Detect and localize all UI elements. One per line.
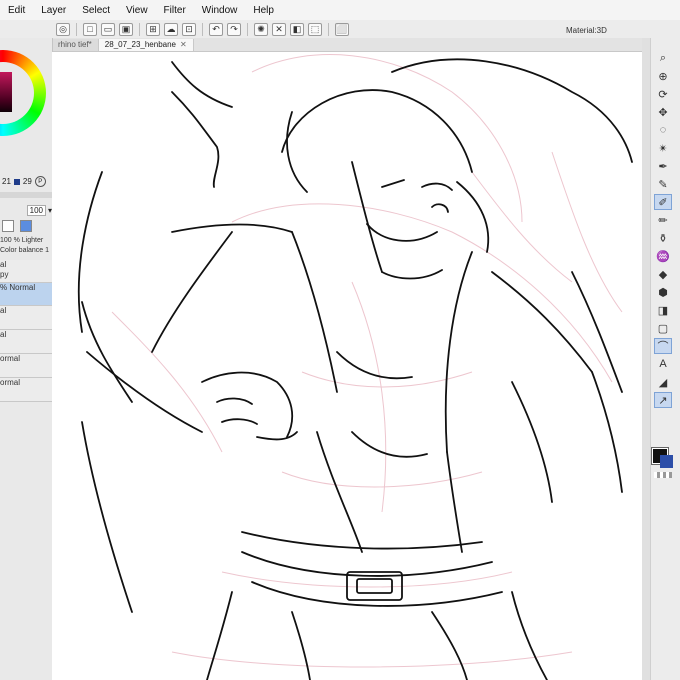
blend-mode-text: 100 % Lighter	[0, 237, 44, 244]
redo-icon[interactable]: ↷	[227, 22, 241, 36]
loading-icon[interactable]: ✺	[254, 22, 268, 36]
separator	[247, 22, 248, 36]
layer-row[interactable]: al	[0, 330, 52, 354]
layer-label: % Normal	[0, 283, 36, 292]
transform-icon[interactable]: ↗	[654, 392, 672, 408]
frame-icon[interactable]: ▢	[654, 320, 672, 336]
open-file-icon[interactable]: ▭	[101, 22, 115, 36]
separator	[139, 22, 140, 36]
menu-window[interactable]: Window	[194, 5, 246, 16]
share-icon[interactable]: ⊡	[182, 22, 196, 36]
fill-icon[interactable]: ⬢	[654, 284, 672, 300]
checkbox-icon[interactable]	[2, 220, 14, 232]
eraser-icon[interactable]: ◆	[654, 266, 672, 282]
pen-icon[interactable]: ✎	[654, 176, 672, 192]
layer-row-selected[interactable]: % Normal	[0, 283, 52, 306]
brush-icon[interactable]: ✐	[654, 194, 672, 210]
undo-icon[interactable]: ↶	[209, 22, 223, 36]
separator	[76, 22, 77, 36]
clear-icon[interactable]: ✕	[272, 22, 286, 36]
close-icon[interactable]: ✕	[180, 39, 187, 51]
layer-row[interactable]: ormal	[0, 378, 52, 402]
canvas-scrollbar[interactable]	[642, 38, 651, 680]
transparent-color-swatch[interactable]	[654, 472, 672, 478]
gradient-icon[interactable]: ◨	[654, 302, 672, 318]
layer-blend-info: 100 % Lighter Color balance 1	[0, 236, 52, 258]
move-icon[interactable]: ✥	[654, 104, 672, 120]
save-icon[interactable]: ▣	[119, 22, 133, 36]
menu-edit[interactable]: Edit	[0, 5, 33, 16]
color-value-a: 21	[2, 177, 11, 186]
drawing-canvas[interactable]	[52, 52, 642, 680]
blend-icon[interactable]: ♒	[654, 248, 672, 264]
deselect-icon[interactable]: ⬜	[335, 22, 349, 36]
fill-selection-icon[interactable]: ◧	[290, 22, 304, 36]
document-tabs: rhino tief* 28_07_23_henbane ✕	[52, 38, 642, 52]
zoom-icon[interactable]: ⊕	[654, 68, 672, 84]
pencil-icon[interactable]: ✏	[654, 212, 672, 228]
tab-rhino-tief[interactable]: rhino tief*	[52, 39, 99, 51]
opacity-row: 100 ▾	[0, 204, 52, 216]
layer-row[interactable]: al py	[0, 260, 52, 283]
ruler-icon[interactable]: ⌒	[654, 338, 672, 354]
tab-henbane[interactable]: 28_07_23_henbane ✕	[98, 39, 194, 51]
saturation-value-square[interactable]	[0, 72, 12, 112]
layer-label: al	[0, 260, 7, 269]
layer-label: ormal	[0, 378, 21, 387]
background-color-swatch[interactable]	[660, 455, 673, 468]
layer-list: al py % Normal al al ormal ormal	[0, 260, 52, 402]
layer-label: al	[0, 306, 7, 315]
material-label: Material:3D	[566, 26, 607, 35]
menu-filter[interactable]: Filter	[156, 5, 194, 16]
reset-icon[interactable]: P	[34, 176, 46, 187]
menu-bar: Edit Layer Select View Filter Window Hel…	[0, 0, 680, 21]
magic-wand-icon[interactable]: ✴	[654, 140, 672, 156]
airbrush-icon[interactable]: ⚱	[654, 230, 672, 246]
layer-row[interactable]: ormal	[0, 354, 52, 378]
layer-tool-row	[2, 220, 52, 232]
eyedropper-icon[interactable]: ✒	[654, 158, 672, 174]
new-file-icon[interactable]: □	[83, 22, 97, 36]
app-icon[interactable]: ◎	[56, 22, 70, 36]
correction-icon[interactable]: ◢	[654, 374, 672, 390]
menu-layer[interactable]: Layer	[33, 5, 74, 16]
cloud-icon[interactable]: ☁	[164, 22, 178, 36]
menu-select[interactable]: Select	[74, 5, 118, 16]
sub-color-swatch[interactable]	[13, 178, 20, 185]
layer-color-icon[interactable]	[20, 220, 32, 232]
tab-label: rhino tief*	[58, 40, 92, 49]
color-value-b: 29	[22, 177, 32, 186]
rotate-icon[interactable]: ⟳	[654, 86, 672, 102]
color-values: 21 29 P	[2, 176, 46, 187]
transform-icon[interactable]: ⬚	[308, 22, 322, 36]
menu-help[interactable]: Help	[245, 5, 282, 16]
tab-label: 28_07_23_henbane	[104, 40, 176, 49]
layer-label: al	[0, 330, 7, 339]
opacity-field[interactable]: 100	[26, 204, 46, 216]
lasso-icon[interactable]: ◌	[654, 122, 672, 138]
separator	[202, 22, 203, 36]
color-balance-text: Color balance 1	[0, 247, 50, 254]
search-icon[interactable]: ⌕	[654, 50, 672, 66]
menu-view[interactable]: View	[118, 5, 156, 16]
separator	[328, 22, 329, 36]
export-icon[interactable]: ⊞	[146, 22, 160, 36]
layer-label: py	[0, 270, 9, 279]
layer-row[interactable]: al	[0, 306, 52, 330]
text-icon[interactable]: A	[654, 356, 672, 372]
line-art-illustration	[77, 54, 633, 680]
left-panel: 21 29 P 100 ▾ 100 % Lighter Color balanc…	[0, 38, 53, 680]
panel-divider	[0, 192, 52, 198]
layer-label: ormal	[0, 354, 21, 363]
